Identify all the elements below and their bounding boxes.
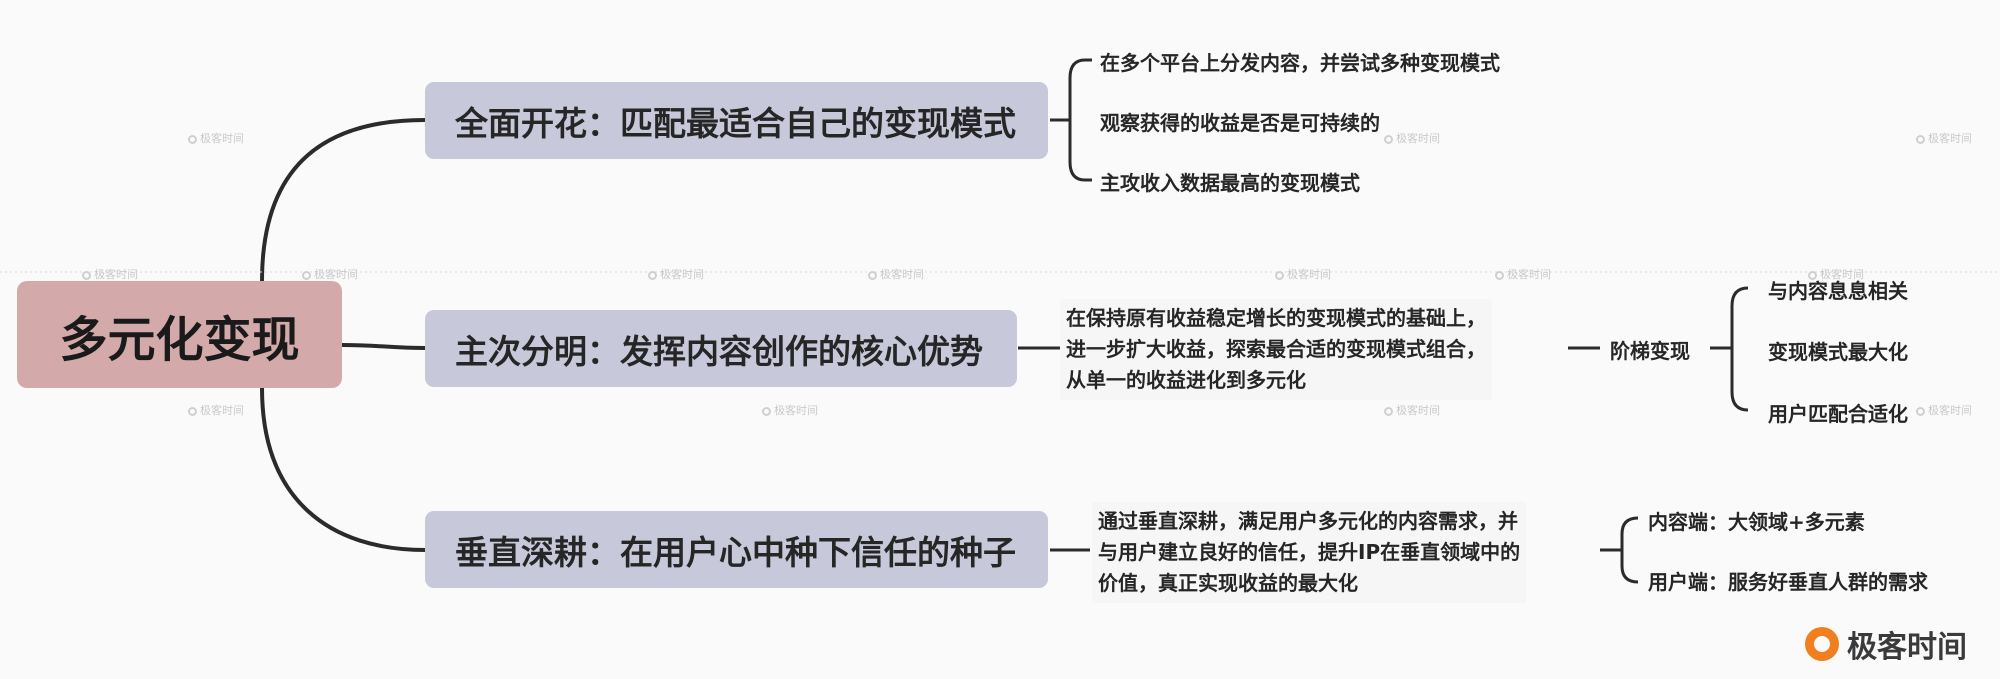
brand-logo: 极客时间 [1805,622,1967,666]
leaf-node[interactable]: 内容端：大领域+多元素 [1648,506,1865,535]
branch-node-3[interactable]: 垂直深耕：在用户心中种下信任的种子 [425,511,1048,588]
watermark: 极客时间 [762,402,818,418]
watermark-logo-icon [82,271,91,280]
branch-node-1[interactable]: 全面开花：匹配最适合自己的变现模式 [425,82,1048,159]
leaf-node[interactable]: 变现模式最大化 [1768,336,1908,365]
detail-node-3[interactable]: 通过垂直深耕，满足用户多元化的内容需求，并 与用户建立良好的信任，提升IP在垂直… [1092,502,1527,603]
watermark-logo-icon [762,407,771,416]
watermark-logo-icon [188,407,197,416]
watermark: 极客时间 [1384,402,1440,418]
brand-logo-text: 极客时间 [1847,630,1967,665]
watermark: 极客时间 [1916,402,1972,418]
watermark: 极客时间 [188,402,244,418]
watermark-logo-icon [1384,407,1393,416]
watermark: 极客时间 [188,130,244,146]
connector-root-branch-1 [260,118,427,283]
watermark-logo-icon [302,271,311,280]
watermark: 极客时间 [868,266,924,282]
leaf-node[interactable]: 主攻收入数据最高的变现模式 [1100,167,1360,196]
branch3-bracket [1620,516,1639,584]
watermark: 极客时间 [1495,266,1551,282]
watermark: 极客时间 [302,266,358,282]
branch-node-2[interactable]: 主次分明：发挥内容创作的核心优势 [425,310,1017,387]
leaf-node[interactable]: 在多个平台上分发内容，并尝试多种变现模式 [1100,47,1500,76]
connector-root-branch-3 [260,386,427,552]
watermark-logo-icon [188,135,197,144]
watermark-logo-icon [1916,135,1925,144]
leaf-node[interactable]: 观察获得的收益是否是可持续的 [1100,107,1380,136]
leaf-node[interactable]: 与内容息息相关 [1768,275,1908,304]
sub-node-ladder[interactable]: 阶梯变现 [1610,335,1690,364]
detail-line: 在保持原有收益稳定增长的变现模式的基础上， [1066,306,1486,330]
brand-logo-icon [1805,627,1839,661]
watermark-logo-icon [648,271,657,280]
root-node[interactable]: 多元化变现 [17,281,342,388]
ladder-bracket [1730,286,1749,412]
watermark: 极客时间 [648,266,704,282]
watermark-logo-icon [1916,407,1925,416]
watermark: 极客时间 [82,266,138,282]
detail-line: 进一步扩大收益，探索最合适的变现模式组合， [1066,337,1486,361]
detail-line: 价值，真正实现收益的最大化 [1098,571,1358,595]
connector-root-branch-2 [340,343,427,350]
detail-node-2[interactable]: 在保持原有收益稳定增长的变现模式的基础上， 进一步扩大收益，探索最合适的变现模式… [1060,299,1492,400]
watermark: 极客时间 [1384,130,1440,146]
detail-line: 通过垂直深耕，满足用户多元化的内容需求，并 [1098,509,1518,533]
leaf-node[interactable]: 用户匹配合适化 [1768,398,1908,427]
detail-line: 与用户建立良好的信任，提升IP在垂直领域中的 [1098,540,1521,564]
watermark: 极客时间 [1916,130,1972,146]
branch1-bracket [1068,58,1086,182]
leaf-node[interactable]: 用户端：服务好垂直人群的需求 [1648,566,1928,595]
watermark-logo-icon [868,271,877,280]
detail-line: 从单一的收益进化到多元化 [1066,368,1306,392]
watermark-logo-icon [1495,271,1504,280]
watermark: 极客时间 [1275,266,1331,282]
watermark-logo-icon [1384,135,1393,144]
watermark-logo-icon [1275,271,1284,280]
